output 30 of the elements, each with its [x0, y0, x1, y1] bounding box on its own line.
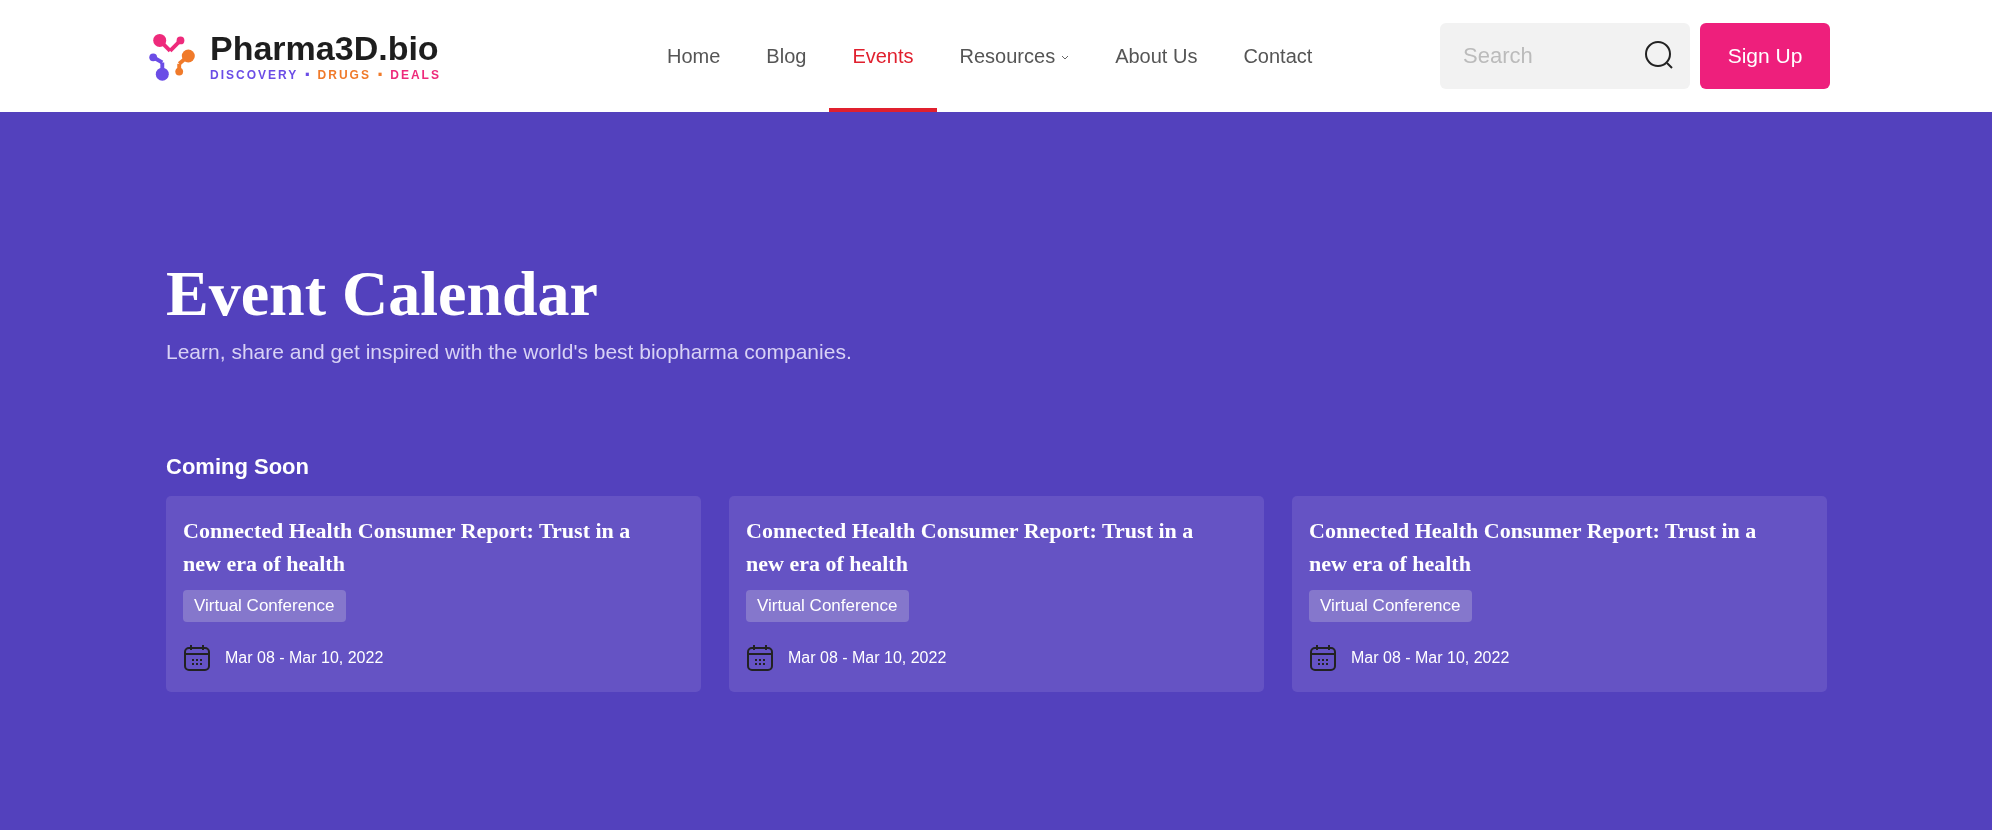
tagline-word: DEALS: [390, 67, 441, 82]
page-title: Event Calendar: [166, 262, 599, 326]
sign-up-button[interactable]: Sign Up: [1700, 23, 1830, 89]
event-card[interactable]: Connected Health Consumer Report: Trust in a new era of health Virtual Conference Mar 08 - Mar 10, 2022: [729, 496, 1264, 692]
tagline-word: DISCOVERY: [210, 67, 299, 82]
nav-link[interactable]: About Us: [1092, 0, 1221, 112]
section-heading: Coming Soon: [166, 454, 310, 480]
event-title[interactable]: Connected Health Consumer Report: Trust in a new era of health: [746, 514, 1216, 580]
logo-wordmark[interactable]: Pharma3D.bio: [210, 30, 441, 68]
nav-link[interactable]: Home: [644, 0, 744, 112]
event-title[interactable]: Connected Health Consumer Report: Trust in a new era of health: [1309, 514, 1779, 580]
calendar-icon: [1309, 644, 1337, 672]
event-card[interactable]: Connected Health Consumer Report: Trust in a new era of health Virtual Conference Mar 08 - Mar 10, 2022: [166, 496, 701, 692]
calendar-icon: [183, 644, 211, 672]
event-date: Mar 08 - Mar 10, 2022: [788, 649, 947, 667]
tagline-word: ·: [376, 67, 385, 82]
event-date: Mar 08 - Mar 10, 2022: [225, 649, 384, 667]
tagline-word: ·: [304, 67, 312, 82]
event-type-tag: Virtual Conference: [1309, 590, 1472, 622]
event-title[interactable]: Connected Health Consumer Report: Trust in a new era of health: [183, 514, 653, 580]
event-card[interactable]: Connected Health Consumer Report: Trust in a new era of health Virtual Conference Mar 08 - Mar 10, 2022: [1292, 496, 1827, 692]
page-subtitle: Learn, share and get inspired with the world's best biopharma companies.: [166, 340, 853, 364]
calendar-icon: [746, 644, 774, 672]
nav-link[interactable]: Resources: [936, 0, 1093, 112]
nav-link[interactable]: Contact: [1220, 0, 1336, 112]
event-type-tag: Virtual Conference: [183, 590, 346, 622]
event-date: Mar 08 - Mar 10, 2022: [1351, 649, 1510, 667]
nav-link[interactable]: Blog: [743, 0, 830, 112]
event-type-tag: Virtual Conference: [746, 590, 909, 622]
tagline-word: DRUGS: [317, 67, 371, 82]
